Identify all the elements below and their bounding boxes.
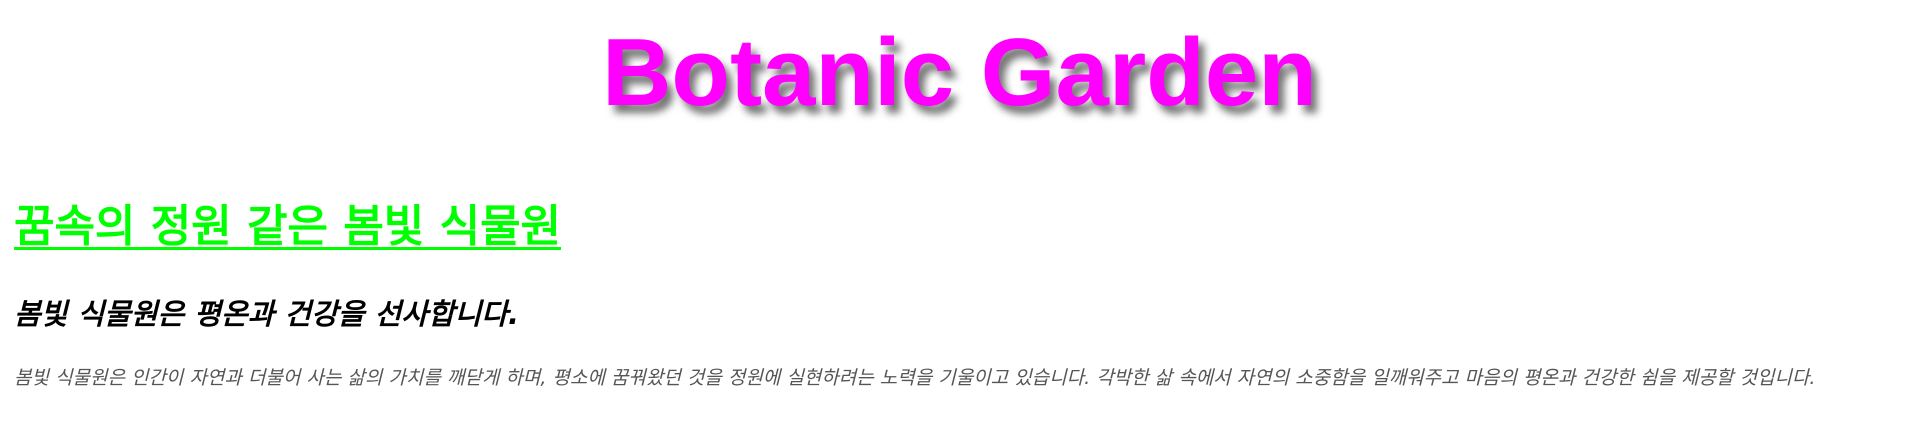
site-title: Botanic Garden: [602, 19, 1317, 126]
page: Botanic Garden 꿈속의 정원 같은 봄빛 식물원 봄빛 식물원은 …: [0, 0, 1919, 448]
intro-paragraph: 봄빛 식물원은 인간이 자연과 더불어 사는 삶의 가치를 깨닫게 하며, 평소…: [14, 367, 1816, 389]
section-heading: 꿈속의 정원 같은 봄빛 식물원: [14, 201, 562, 252]
sub-heading: 봄빛 식물원은 평온과 건강을 선사합니다.: [14, 297, 519, 331]
